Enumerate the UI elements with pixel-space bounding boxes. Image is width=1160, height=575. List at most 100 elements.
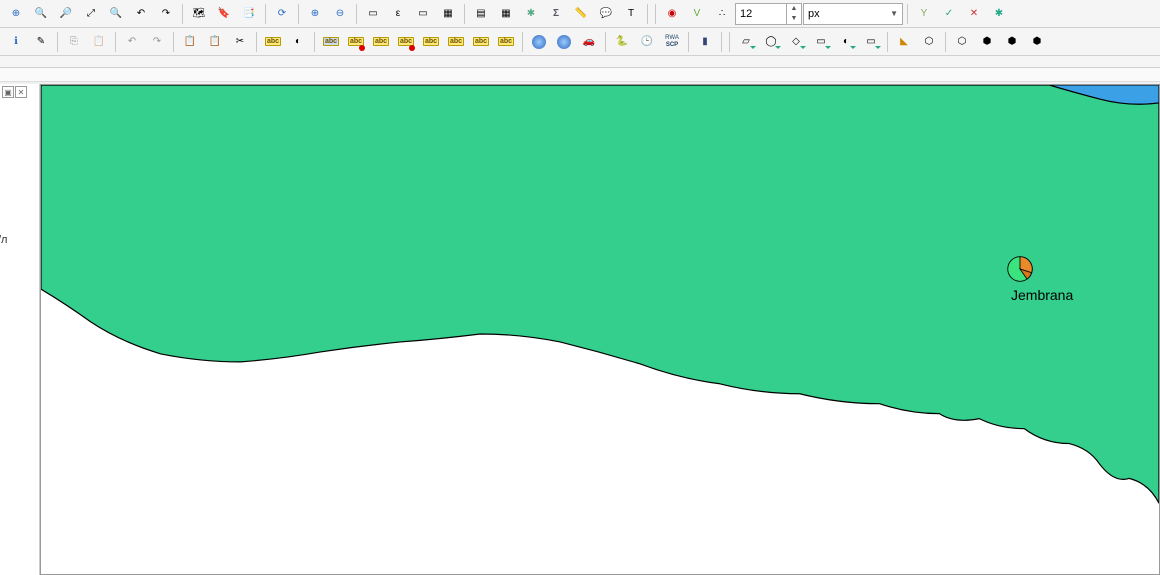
panel-controls: ▣ ✕ xyxy=(2,86,27,98)
zoom-in-icon[interactable]: ⊕ xyxy=(4,2,28,26)
refresh-icon[interactable]: ⟳ xyxy=(270,2,294,26)
separator xyxy=(887,32,888,52)
chevron-down-icon: ▼ xyxy=(890,9,898,18)
annotation-icon[interactable]: T xyxy=(619,2,643,26)
panel-undock-icon[interactable]: ▣ xyxy=(2,86,14,98)
land-polygon xyxy=(41,85,1159,503)
map-canvas[interactable]: Jembrana xyxy=(40,84,1160,575)
geom-tool-3-icon[interactable]: ◇ xyxy=(784,30,808,54)
field-calculator-icon[interactable]: ▦ xyxy=(494,2,518,26)
python-icon[interactable]: 🐍 xyxy=(610,30,634,54)
redo-icon[interactable]: ↷ xyxy=(145,30,169,54)
redo-edit-icon[interactable]: ✱ xyxy=(987,2,1011,26)
copy-icon[interactable]: ⎘ xyxy=(62,30,86,54)
separator xyxy=(647,4,648,24)
geom-tool-5-icon[interactable]: ◐ xyxy=(834,30,858,54)
separator xyxy=(605,32,606,52)
spinner-down-icon[interactable]: ▼ xyxy=(787,14,801,24)
help-book-icon[interactable]: ▮ xyxy=(693,30,717,54)
separator xyxy=(57,32,58,52)
font-size-spinner[interactable]: ▲ ▼ xyxy=(735,3,802,25)
map-svg xyxy=(41,85,1159,574)
label-change-icon[interactable]: abc xyxy=(469,30,493,54)
zoom-layer-icon[interactable]: 🔍 xyxy=(104,2,128,26)
vertex-tool-icon[interactable]: Y xyxy=(912,2,936,26)
undo-icon[interactable]: ↶ xyxy=(120,30,144,54)
statistics-icon[interactable]: Σ xyxy=(544,2,568,26)
separator xyxy=(356,4,357,24)
advanced-digitize-5-icon[interactable]: ⬢ xyxy=(1025,30,1049,54)
separator xyxy=(115,32,116,52)
zoom-next-icon[interactable]: ↷ xyxy=(154,2,178,26)
zoom-out-tool-icon[interactable]: ⊖ xyxy=(328,2,352,26)
side-panel-fragment: /л xyxy=(0,234,7,246)
geom-tool-6-icon[interactable]: ▭ xyxy=(859,30,883,54)
web-globe-2-icon[interactable] xyxy=(552,30,576,54)
separator xyxy=(182,4,183,24)
label-move-icon[interactable]: abc xyxy=(419,30,443,54)
separator xyxy=(721,32,722,52)
separator xyxy=(907,4,908,24)
identify-icon[interactable]: ℹ xyxy=(4,30,28,54)
separator xyxy=(655,4,656,24)
clipboard-cut-icon[interactable]: ✂ xyxy=(228,30,252,54)
zoom-in-tool-icon[interactable]: ⊕ xyxy=(303,2,327,26)
osm-icon[interactable]: 🚗 xyxy=(577,30,601,54)
separator xyxy=(265,4,266,24)
web-globe-icon[interactable] xyxy=(527,30,551,54)
clipboard-icon[interactable]: 📋 xyxy=(178,30,202,54)
new-map-icon[interactable]: 🗺 xyxy=(187,2,211,26)
measure-icon[interactable]: 📏 xyxy=(569,2,593,26)
accept-icon[interactable]: ✓ xyxy=(937,2,961,26)
toolbar-row-1: ⊕ 🔍 🔎 ⤢ 🔍 ↶ ↷ 🗺 🔖 📑 ⟳ ⊕ ⊖ ▭ ε ▭ ▦ ▤ ▦ ✱ … xyxy=(0,0,1160,28)
panel-close-icon[interactable]: ✕ xyxy=(15,86,27,98)
virtual-layer-icon[interactable]: V xyxy=(685,2,709,26)
dots-icon[interactable]: ∴ xyxy=(710,2,734,26)
select-features-icon[interactable]: ▭ xyxy=(361,2,385,26)
diagram-icon[interactable]: ◐ xyxy=(286,30,310,54)
advanced-digitize-2-icon[interactable]: ⬡ xyxy=(950,30,974,54)
font-size-input[interactable] xyxy=(736,8,786,20)
label-props-icon[interactable]: abc xyxy=(494,30,518,54)
attribute-table-icon[interactable]: ▤ xyxy=(469,2,493,26)
feature-label-jembrana: Jembrana xyxy=(1011,287,1073,303)
label-highlight-icon[interactable]: abc xyxy=(344,30,368,54)
advanced-digitize-3-icon[interactable]: ⬢ xyxy=(975,30,999,54)
clipboard-paste-icon[interactable]: 📋 xyxy=(203,30,227,54)
map-tips-icon[interactable]: 💬 xyxy=(594,2,618,26)
geom-tool-4-icon[interactable]: ▭ xyxy=(809,30,833,54)
label-icon[interactable]: abc xyxy=(261,30,285,54)
separator xyxy=(256,32,257,52)
unit-value: px xyxy=(808,8,820,20)
rwa-scp-icon[interactable]: RWASCP xyxy=(660,30,684,54)
cancel-icon[interactable]: ✕ xyxy=(962,2,986,26)
separator xyxy=(688,32,689,52)
processing-icon[interactable]: ✱ xyxy=(519,2,543,26)
ruler-triangle-icon[interactable]: ◣ xyxy=(892,30,916,54)
zoom-window-icon[interactable]: 🔍 xyxy=(29,2,53,26)
deselect-icon[interactable]: ▭ xyxy=(411,2,435,26)
label-rotate-icon[interactable]: abc xyxy=(444,30,468,54)
geom-tool-2-icon[interactable]: ◯ xyxy=(759,30,783,54)
edit-toggle-icon[interactable]: ✎ xyxy=(29,30,53,54)
advanced-digitize-1-icon[interactable]: ⬡ xyxy=(917,30,941,54)
separator xyxy=(729,32,730,52)
select-by-expression-icon[interactable]: ε xyxy=(386,2,410,26)
zoom-full-icon[interactable]: ⤢ xyxy=(79,2,103,26)
label-show-hide-icon[interactable]: abc xyxy=(394,30,418,54)
advanced-digitize-4-icon[interactable]: ⬢ xyxy=(1000,30,1024,54)
spinner-up-icon[interactable]: ▲ xyxy=(787,4,801,14)
zoom-out-icon[interactable]: 🔎 xyxy=(54,2,78,26)
time-icon[interactable]: 🕒 xyxy=(635,30,659,54)
toolbar-row-2: ℹ ✎ ⎘ 📋 ↶ ↷ 📋 📋 ✂ abc ◐ abc abc abc abc … xyxy=(0,28,1160,56)
show-bookmarks-icon[interactable]: 📑 xyxy=(237,2,261,26)
unit-combo[interactable]: px ▼ xyxy=(803,3,903,25)
zoom-last-icon[interactable]: ↶ xyxy=(129,2,153,26)
select-all-icon[interactable]: ▦ xyxy=(436,2,460,26)
plugin-red-icon[interactable]: ◉ xyxy=(660,2,684,26)
label-layer-icon[interactable]: abc xyxy=(319,30,343,54)
geom-tool-1-icon[interactable]: ▱ xyxy=(734,30,758,54)
label-pin-icon[interactable]: abc xyxy=(369,30,393,54)
new-bookmark-icon[interactable]: 🔖 xyxy=(212,2,236,26)
paste-icon[interactable]: 📋 xyxy=(87,30,111,54)
